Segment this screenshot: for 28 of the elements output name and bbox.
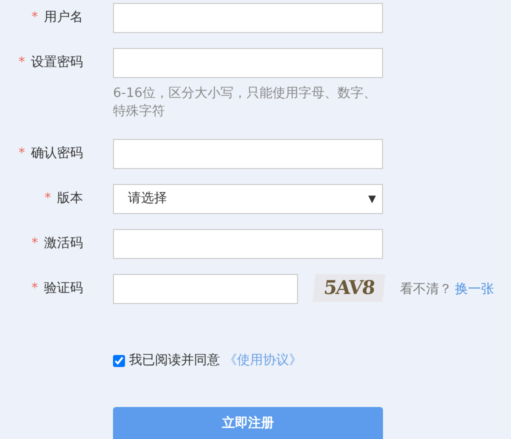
input-field[interactable] bbox=[113, 139, 383, 169]
required-marker: * bbox=[18, 146, 25, 161]
agree-checkbox[interactable] bbox=[113, 354, 125, 367]
field-label: 确认密码 bbox=[31, 146, 83, 161]
captcha-prompt: 看不清？ bbox=[400, 281, 452, 299]
field-label: 用户名 bbox=[44, 10, 83, 25]
input-field[interactable] bbox=[113, 229, 383, 259]
refresh-link[interactable]: 换一张 bbox=[455, 274, 494, 300]
field-label: 激活码 bbox=[44, 236, 83, 251]
field-label: 验证码 bbox=[44, 281, 83, 296]
input-field[interactable] bbox=[113, 3, 383, 33]
field-label: 版本 bbox=[57, 191, 83, 206]
required-marker: * bbox=[32, 10, 38, 25]
required-marker: * bbox=[32, 236, 38, 251]
input-field[interactable] bbox=[113, 274, 298, 304]
captcha-image[interactable]: 5AV8 bbox=[312, 274, 386, 302]
register-button[interactable]: 立即注册 bbox=[113, 406, 383, 439]
agreement-link[interactable]: 《使用协议》 bbox=[224, 351, 302, 370]
select-field[interactable]: 请选择 ▼ bbox=[113, 184, 383, 214]
select-value: 请选择 bbox=[128, 190, 167, 208]
hint-text: 6-16位，区分大小写，只能使用字母、数字、特殊字符 bbox=[113, 85, 378, 121]
agreement-text: 我已阅读并同意 bbox=[129, 352, 220, 370]
input-field[interactable] bbox=[113, 48, 383, 78]
field-label: 设置密码 bbox=[31, 55, 83, 70]
required-marker: * bbox=[32, 281, 38, 296]
caret-icon: ▼ bbox=[368, 192, 376, 206]
required-marker: * bbox=[18, 55, 25, 70]
required-marker: * bbox=[44, 191, 51, 206]
